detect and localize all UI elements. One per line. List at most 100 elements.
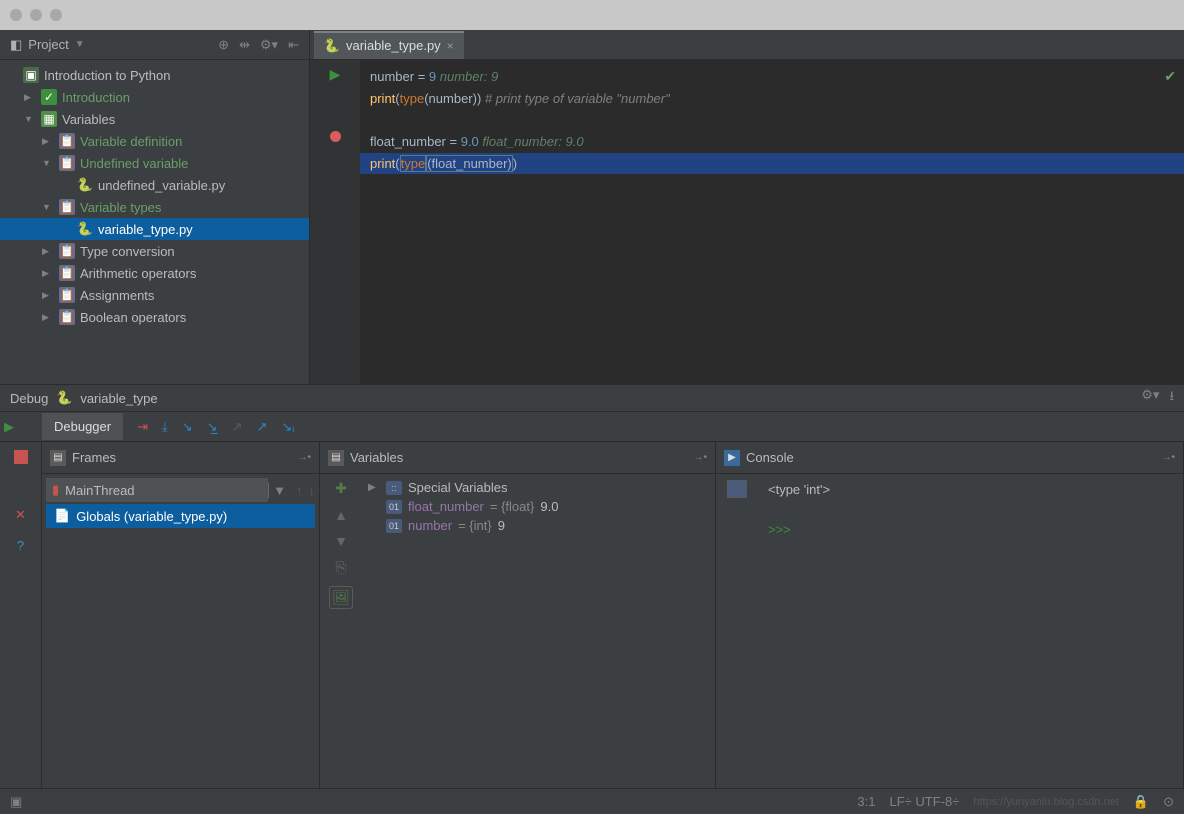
console-btn[interactable] bbox=[727, 480, 747, 498]
folder-icon: ▣ bbox=[23, 67, 39, 83]
code-token: ) bbox=[513, 156, 517, 171]
help-icon[interactable]: ? bbox=[12, 536, 30, 554]
show-exec-icon[interactable]: ⇥ bbox=[137, 419, 148, 435]
tree-label: Variable types bbox=[80, 200, 161, 215]
special-vars-row[interactable]: ▶ :: Special Variables bbox=[368, 478, 709, 497]
frames-title: Frames bbox=[72, 450, 116, 465]
up-icon[interactable]: ▲ bbox=[334, 507, 348, 523]
code-token: float_number bbox=[370, 134, 446, 149]
code-token: type bbox=[400, 155, 427, 172]
console-prompt: >>> bbox=[768, 520, 1173, 540]
variables-tree[interactable]: ▶ :: Special Variables 01float_number = … bbox=[362, 474, 715, 788]
variables-title: Variables bbox=[350, 450, 403, 465]
tree-item[interactable]: ▼📋Variable types bbox=[0, 196, 309, 218]
tree-item[interactable]: ▶📋Variable definition bbox=[0, 130, 309, 152]
download-icon[interactable]: ⭳ bbox=[1169, 387, 1174, 409]
arrow-icon: ▶ bbox=[42, 268, 54, 279]
clip-icon: 📋 bbox=[59, 155, 75, 171]
project-tree[interactable]: ▣Introduction to Python▶✓Introduction▼▦V… bbox=[0, 60, 309, 332]
close-dot[interactable] bbox=[10, 9, 22, 21]
gear-icon[interactable]: ⚙▾ bbox=[1141, 387, 1159, 409]
hide-icon[interactable]: ⇤ bbox=[288, 37, 299, 53]
gear-icon[interactable]: ⚙▾ bbox=[260, 37, 278, 53]
inspect-icon[interactable]: ⊙ bbox=[1163, 794, 1174, 810]
evaluate-icon[interactable]: ↘ᵢ bbox=[281, 419, 294, 435]
add-watch-icon[interactable]: ✚ bbox=[335, 480, 347, 497]
vars-toolbar: ✚ ▲ ▼ ⎘ 🖼 bbox=[320, 474, 362, 788]
inlay-hint: float_number: 9.0 bbox=[479, 134, 584, 149]
pin-icon[interactable]: →• bbox=[1161, 452, 1175, 463]
tree-item[interactable]: ▶✓Introduction bbox=[0, 86, 309, 108]
tree-item[interactable]: variable_type.py bbox=[0, 218, 309, 240]
tree-item[interactable]: ▶📋Type conversion bbox=[0, 240, 309, 262]
pin-icon[interactable]: →• bbox=[297, 452, 311, 463]
code-token: type bbox=[400, 91, 425, 106]
watermark: https://yunyaniu.blog.csdn.net bbox=[973, 796, 1119, 808]
tree-item[interactable]: ▼▦Variables bbox=[0, 108, 309, 130]
max-dot[interactable] bbox=[50, 9, 62, 21]
variables-panel: ▤ Variables →• ✚ ▲ ▼ ⎘ 🖼 ▶ :: Special Va… bbox=[320, 442, 716, 788]
encoding[interactable]: LF÷ UTF-8÷ bbox=[889, 794, 959, 809]
variable-row[interactable]: 01number = {int} 9 bbox=[368, 516, 709, 535]
console-title: Console bbox=[746, 450, 794, 465]
close-icon[interactable]: ✕ bbox=[12, 506, 30, 524]
variable-row[interactable]: 01float_number = {float} 9.0 bbox=[368, 497, 709, 516]
code-token: print bbox=[370, 156, 395, 171]
step-over-icon[interactable]: ⤓ bbox=[162, 419, 168, 435]
top-area: ◧ Project ▼ ⊕ ⇹ ⚙▾ ⇤ ▣Introduction to Py… bbox=[0, 30, 1184, 384]
thread-row[interactable]: ▮ MainThread bbox=[46, 478, 268, 502]
pin-icon[interactable]: →• bbox=[693, 452, 707, 463]
tree-item[interactable]: ▶📋Assignments bbox=[0, 284, 309, 306]
down-icon[interactable]: ↓ bbox=[309, 483, 316, 498]
tree-label: undefined_variable.py bbox=[98, 178, 225, 193]
console-header: ▶ Console →• bbox=[716, 442, 1183, 474]
project-title-text: Project bbox=[28, 37, 68, 52]
tree-item[interactable]: ▶📋Arithmetic operators bbox=[0, 262, 309, 284]
check-icon: ✔ bbox=[1164, 66, 1176, 87]
copy-icon[interactable]: ⎘ bbox=[335, 559, 346, 576]
down-icon[interactable]: ▼ bbox=[334, 533, 348, 549]
code-token: (float_number) bbox=[426, 155, 513, 172]
arrow-icon: ▼ bbox=[42, 202, 54, 212]
run-to-cursor-icon[interactable]: ↗ bbox=[256, 419, 267, 435]
tree-item[interactable]: undefined_variable.py bbox=[0, 174, 309, 196]
force-step-into-icon[interactable]: ↘̲ bbox=[207, 419, 218, 435]
close-icon[interactable]: × bbox=[447, 39, 454, 53]
step-out-icon[interactable]: ↗ bbox=[232, 419, 243, 435]
code-token: (number)) bbox=[424, 91, 481, 106]
code-editor[interactable]: ✔ number = 9 number: 9 print(type(number… bbox=[360, 60, 1184, 384]
gutter[interactable]: ▶ bbox=[310, 60, 360, 384]
collapse-icon[interactable]: ⇹ bbox=[239, 37, 250, 53]
resume-icon[interactable]: ▶ bbox=[0, 418, 18, 436]
tree-label: Arithmetic operators bbox=[80, 266, 196, 281]
cursor-position[interactable]: 3:1 bbox=[857, 794, 875, 809]
target-icon[interactable]: ⊕ bbox=[218, 37, 229, 53]
run-arrow-icon[interactable]: ▶ bbox=[330, 66, 341, 83]
step-into-icon[interactable]: ↘ bbox=[182, 419, 193, 435]
console-output[interactable]: <type 'int'> >>> bbox=[758, 474, 1183, 788]
tree-item[interactable]: ▶📋Boolean operators bbox=[0, 306, 309, 328]
view-icon[interactable]: 🖼 bbox=[329, 586, 353, 609]
tree-item[interactable]: ▣Introduction to Python bbox=[0, 64, 309, 86]
tree-item[interactable]: ▼📋Undefined variable bbox=[0, 152, 309, 174]
thread-name: MainThread bbox=[65, 483, 134, 498]
tab-debugger[interactable]: Debugger bbox=[42, 413, 123, 440]
project-tools: ⊕ ⇹ ⚙▾ ⇤ bbox=[218, 37, 299, 53]
up-icon[interactable]: ↑ bbox=[296, 483, 303, 498]
min-dot[interactable] bbox=[30, 9, 42, 21]
editor-tab[interactable]: variable_type.py × bbox=[314, 31, 464, 59]
console-line: <type 'int'> bbox=[768, 480, 1173, 500]
frames-list[interactable]: ▮ MainThread ▼ ↑ ↓ 📄 Globals (variable_t… bbox=[42, 474, 319, 788]
project-title[interactable]: ◧ Project ▼ bbox=[10, 37, 85, 53]
lock-icon[interactable]: 🔒 bbox=[1133, 794, 1149, 810]
frame-globals[interactable]: 📄 Globals (variable_type.py) bbox=[46, 504, 315, 528]
status-icon[interactable]: ▣ bbox=[10, 794, 22, 810]
chevron-down-icon: ▼ bbox=[75, 39, 85, 50]
code-comment: # print type of variable "number" bbox=[481, 91, 669, 106]
check-icon: ✓ bbox=[41, 89, 57, 105]
variables-icon: ▤ bbox=[328, 450, 344, 466]
code-token: print bbox=[370, 91, 395, 106]
stop-icon[interactable] bbox=[14, 450, 28, 464]
breakpoint-icon[interactable] bbox=[330, 131, 341, 142]
thread-dropdown[interactable]: ▼ bbox=[268, 483, 290, 498]
